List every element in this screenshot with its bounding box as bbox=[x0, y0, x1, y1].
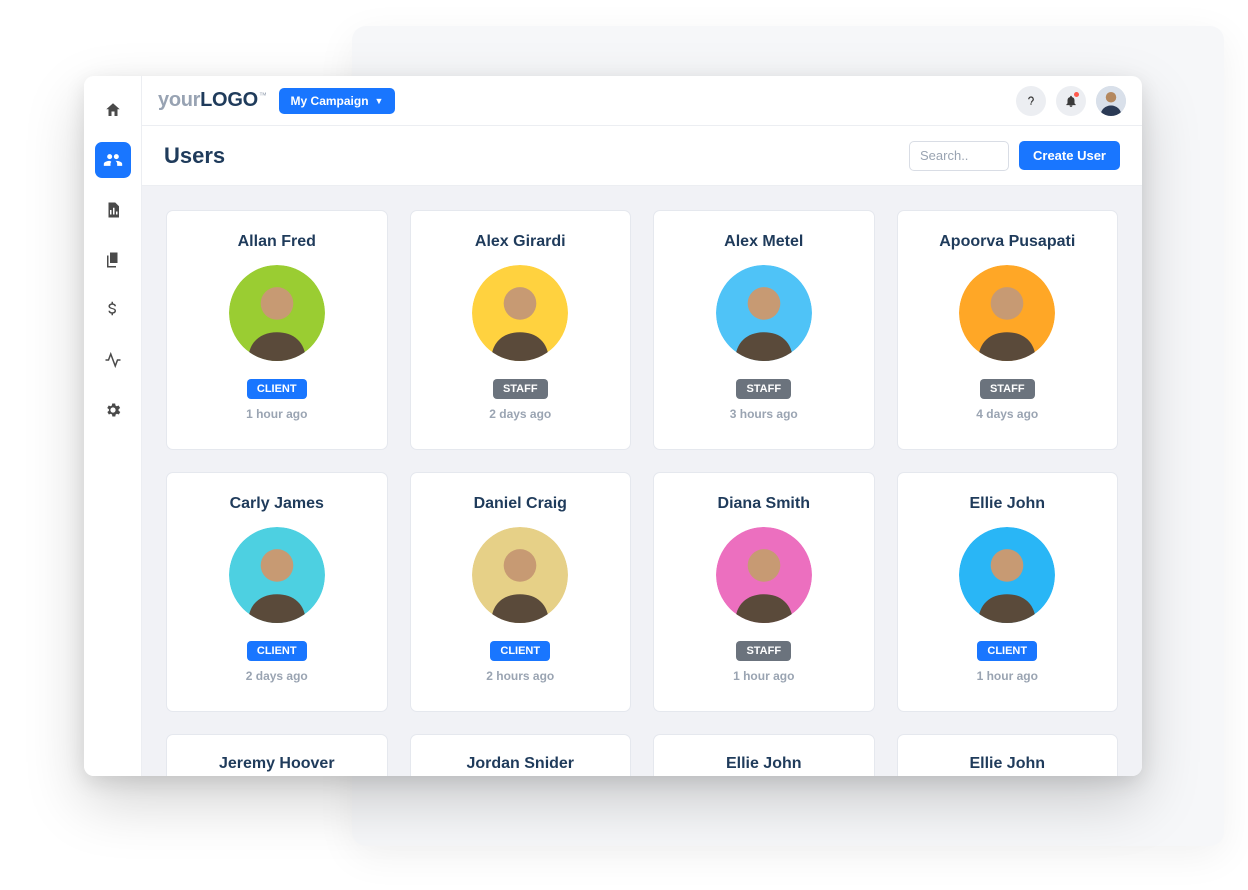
activity-icon bbox=[104, 351, 122, 369]
avatar-icon bbox=[472, 527, 568, 623]
search-input[interactable] bbox=[909, 141, 1009, 171]
user-name: Ellie John bbox=[969, 495, 1045, 513]
logo-tm: ™ bbox=[259, 91, 267, 100]
role-badge: CLIENT bbox=[490, 641, 550, 661]
logo-part2: LOGO bbox=[200, 89, 258, 111]
dollar-icon bbox=[104, 301, 122, 319]
app-window: yourLOGO™ My Campaign ▼ Users bbox=[84, 76, 1142, 776]
role-badge: CLIENT bbox=[247, 379, 307, 399]
user-card[interactable]: Ellie John bbox=[653, 734, 875, 776]
logo: yourLOGO™ bbox=[158, 89, 267, 112]
sidebar-item-activity[interactable] bbox=[95, 342, 131, 378]
user-avatar bbox=[472, 527, 568, 623]
user-name: Carly James bbox=[230, 495, 324, 513]
notification-dot-icon bbox=[1074, 92, 1079, 97]
main-column: yourLOGO™ My Campaign ▼ Users bbox=[142, 76, 1142, 776]
sidebar-item-documents[interactable] bbox=[95, 242, 131, 278]
sidebar-item-users[interactable] bbox=[95, 142, 131, 178]
time-ago: 2 days ago bbox=[246, 669, 308, 683]
time-ago: 3 hours ago bbox=[730, 407, 798, 421]
user-card[interactable]: Diana Smith STAFF 1 hour ago bbox=[653, 472, 875, 712]
user-name: Jeremy Hoover bbox=[219, 755, 335, 773]
home-icon bbox=[104, 101, 122, 119]
user-name: Allan Fred bbox=[238, 233, 316, 251]
user-card[interactable]: Jeremy Hoover bbox=[166, 734, 388, 776]
sidebar bbox=[84, 76, 142, 776]
user-name: Alex Girardi bbox=[475, 233, 566, 251]
user-avatar bbox=[472, 265, 568, 361]
create-user-button[interactable]: Create User bbox=[1019, 141, 1120, 170]
avatar-icon bbox=[959, 527, 1055, 623]
avatar-icon bbox=[229, 265, 325, 361]
logo-part1: your bbox=[158, 89, 200, 111]
current-user-avatar[interactable] bbox=[1096, 86, 1126, 116]
role-badge: CLIENT bbox=[977, 641, 1037, 661]
subheader: Users Create User bbox=[142, 126, 1142, 186]
sidebar-item-home[interactable] bbox=[95, 92, 131, 128]
user-name: Ellie John bbox=[726, 755, 802, 773]
user-name: Daniel Craig bbox=[474, 495, 567, 513]
help-button[interactable] bbox=[1016, 86, 1046, 116]
user-grid: Allan Fred CLIENT 1 hour ago Alex Girardi ST… bbox=[166, 210, 1118, 776]
topbar: yourLOGO™ My Campaign ▼ bbox=[142, 76, 1142, 126]
user-card[interactable]: Apoorva Pusapati STAFF 4 days ago bbox=[897, 210, 1119, 450]
chevron-down-icon: ▼ bbox=[375, 96, 384, 106]
time-ago: 1 hour ago bbox=[246, 407, 307, 421]
avatar-icon bbox=[472, 265, 568, 361]
user-name: Ellie John bbox=[969, 755, 1045, 773]
avatar-icon bbox=[716, 265, 812, 361]
role-badge: STAFF bbox=[736, 379, 791, 399]
user-name: Alex Metel bbox=[724, 233, 803, 251]
user-card[interactable]: Jordan Snider bbox=[410, 734, 632, 776]
user-avatar bbox=[959, 265, 1055, 361]
time-ago: 1 hour ago bbox=[733, 669, 794, 683]
user-avatar bbox=[229, 527, 325, 623]
content-area: Allan Fred CLIENT 1 hour ago Alex Girardi ST… bbox=[142, 186, 1142, 776]
time-ago: 2 hours ago bbox=[486, 669, 554, 683]
role-badge: STAFF bbox=[493, 379, 548, 399]
avatar-icon bbox=[716, 527, 812, 623]
notifications-button[interactable] bbox=[1056, 86, 1086, 116]
user-name: Jordan Snider bbox=[466, 755, 574, 773]
time-ago: 2 days ago bbox=[489, 407, 551, 421]
page-title: Users bbox=[164, 143, 225, 169]
user-name: Apoorva Pusapati bbox=[939, 233, 1075, 251]
user-name: Diana Smith bbox=[718, 495, 810, 513]
user-card[interactable]: Allan Fred CLIENT 1 hour ago bbox=[166, 210, 388, 450]
time-ago: 4 days ago bbox=[976, 407, 1038, 421]
users-icon bbox=[103, 150, 123, 170]
sidebar-item-settings[interactable] bbox=[95, 392, 131, 428]
time-ago: 1 hour ago bbox=[977, 669, 1038, 683]
avatar-icon bbox=[229, 527, 325, 623]
report-icon bbox=[104, 201, 122, 219]
user-avatar bbox=[229, 265, 325, 361]
user-card[interactable]: Ellie John bbox=[897, 734, 1119, 776]
sidebar-item-billing[interactable] bbox=[95, 292, 131, 328]
user-card[interactable]: Ellie John CLIENT 1 hour ago bbox=[897, 472, 1119, 712]
gear-icon bbox=[104, 401, 122, 419]
role-badge: STAFF bbox=[980, 379, 1035, 399]
documents-icon bbox=[104, 251, 122, 269]
user-card[interactable]: Alex Metel STAFF 3 hours ago bbox=[653, 210, 875, 450]
campaign-dropdown[interactable]: My Campaign ▼ bbox=[279, 88, 396, 114]
role-badge: STAFF bbox=[736, 641, 791, 661]
user-card[interactable]: Daniel Craig CLIENT 2 hours ago bbox=[410, 472, 632, 712]
user-avatar bbox=[959, 527, 1055, 623]
avatar-icon bbox=[1096, 86, 1126, 116]
user-avatar bbox=[716, 265, 812, 361]
user-card[interactable]: Carly James CLIENT 2 days ago bbox=[166, 472, 388, 712]
user-avatar bbox=[716, 527, 812, 623]
avatar-icon bbox=[959, 265, 1055, 361]
user-card[interactable]: Alex Girardi STAFF 2 days ago bbox=[410, 210, 632, 450]
question-icon bbox=[1024, 94, 1038, 108]
sidebar-item-reports[interactable] bbox=[95, 192, 131, 228]
role-badge: CLIENT bbox=[247, 641, 307, 661]
campaign-label: My Campaign bbox=[291, 94, 369, 108]
